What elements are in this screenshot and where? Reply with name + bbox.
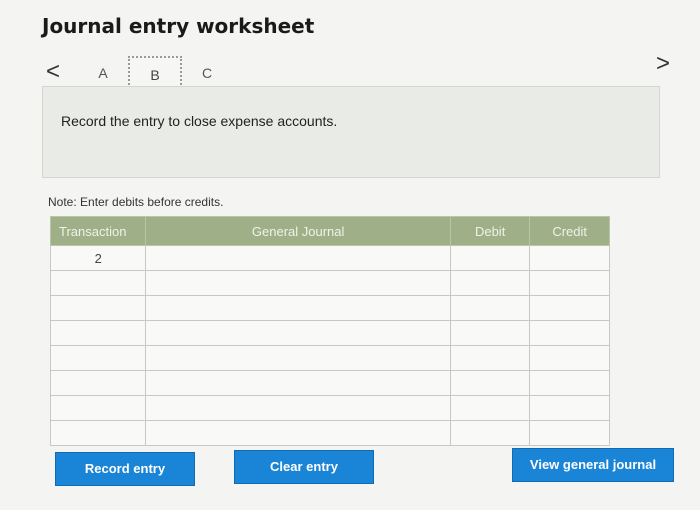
instruction-text: Record the entry to close expense accoun… bbox=[61, 113, 338, 129]
debit-input[interactable] bbox=[449, 345, 531, 371]
chevron-right-icon[interactable]: > bbox=[656, 52, 670, 76]
account-select[interactable] bbox=[145, 270, 451, 296]
note-text: Note: Enter debits before credits. bbox=[48, 195, 224, 209]
table-row bbox=[49, 295, 610, 321]
account-select[interactable] bbox=[145, 420, 451, 446]
credit-input[interactable] bbox=[529, 295, 610, 321]
account-select[interactable] bbox=[145, 295, 451, 321]
journal-table: Transaction General Journal Debit Credit… bbox=[49, 216, 610, 446]
column-header-credit: Credit bbox=[529, 216, 610, 246]
account-select[interactable] bbox=[145, 345, 451, 371]
column-header-debit: Debit bbox=[449, 216, 531, 246]
transaction-cell bbox=[49, 395, 147, 421]
debit-input[interactable] bbox=[449, 320, 531, 346]
debit-input[interactable] bbox=[449, 395, 531, 421]
transaction-cell bbox=[49, 270, 147, 296]
table-row bbox=[49, 345, 610, 371]
instruction-panel: Record the entry to close expense accoun… bbox=[42, 86, 660, 178]
column-header-general-journal: General Journal bbox=[145, 216, 451, 246]
table-row bbox=[49, 370, 610, 396]
credit-input[interactable] bbox=[529, 420, 610, 446]
account-select[interactable] bbox=[145, 395, 451, 421]
account-select[interactable] bbox=[145, 370, 451, 396]
table-row: 2 bbox=[49, 245, 610, 271]
credit-input[interactable] bbox=[529, 345, 610, 371]
debit-input[interactable] bbox=[449, 370, 531, 396]
table-header-row: Transaction General Journal Debit Credit bbox=[49, 216, 610, 246]
debit-input[interactable] bbox=[449, 245, 531, 271]
table-row bbox=[49, 420, 610, 446]
transaction-cell bbox=[49, 295, 147, 321]
record-entry-button[interactable]: Record entry bbox=[55, 452, 195, 486]
view-general-journal-button[interactable]: View general journal bbox=[512, 448, 674, 482]
credit-input[interactable] bbox=[529, 370, 610, 396]
clear-entry-button[interactable]: Clear entry bbox=[234, 450, 374, 484]
account-select[interactable] bbox=[145, 320, 451, 346]
page-title: Journal entry worksheet bbox=[42, 14, 315, 38]
table-row bbox=[49, 270, 610, 296]
credit-input[interactable] bbox=[529, 270, 610, 296]
debit-input[interactable] bbox=[449, 295, 531, 321]
transaction-cell bbox=[49, 345, 147, 371]
transaction-cell bbox=[49, 370, 147, 396]
credit-input[interactable] bbox=[529, 245, 610, 271]
transaction-cell: 2 bbox=[49, 245, 147, 271]
table-row bbox=[49, 320, 610, 346]
debit-input[interactable] bbox=[449, 270, 531, 296]
credit-input[interactable] bbox=[529, 395, 610, 421]
transaction-cell bbox=[49, 320, 147, 346]
table-row bbox=[49, 395, 610, 421]
debit-input[interactable] bbox=[449, 420, 531, 446]
chevron-left-icon[interactable]: < bbox=[46, 60, 60, 84]
column-header-transaction: Transaction bbox=[49, 216, 147, 246]
account-select[interactable] bbox=[145, 245, 451, 271]
credit-input[interactable] bbox=[529, 320, 610, 346]
transaction-cell bbox=[49, 420, 147, 446]
